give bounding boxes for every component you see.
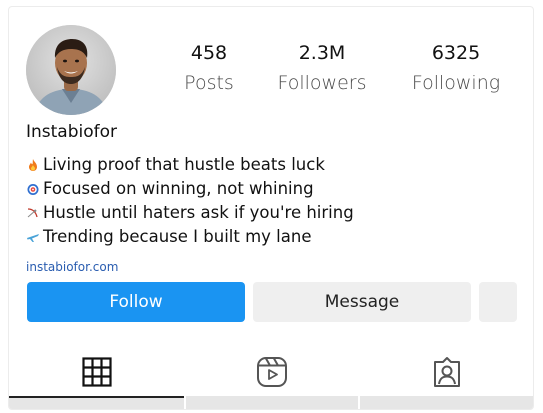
- bio-line: Living proof that hustle beats luck: [26, 153, 526, 177]
- tab-indicator-track: [186, 396, 358, 409]
- bio-line: Hustle until haters ask if you're hiring: [26, 201, 526, 225]
- airplane-icon: [26, 230, 40, 244]
- profile-tabs: [9, 347, 533, 409]
- tab-reels[interactable]: [184, 347, 359, 397]
- following-label: Following: [411, 72, 501, 94]
- website-link[interactable]: instabiofor.com: [26, 260, 118, 274]
- profile-card: 458 Posts 2.3M Followers 6325 Following …: [8, 6, 534, 410]
- followers-count: 2.3M: [298, 42, 346, 64]
- username: Instabiofor: [26, 122, 118, 142]
- bio-line: Trending because I built my lane: [26, 225, 526, 249]
- active-tab-indicator: [9, 396, 184, 398]
- bow-arrow-icon: [26, 206, 40, 220]
- fire-icon: [26, 158, 40, 172]
- profile-photo-icon: [26, 25, 116, 115]
- avatar[interactable]: [26, 25, 116, 115]
- tab-indicator-track: [360, 396, 533, 409]
- tab-indicator-track: [9, 396, 184, 409]
- message-button[interactable]: Message: [253, 282, 471, 322]
- tab-posts-grid[interactable]: [9, 347, 184, 397]
- stat-following[interactable]: 6325 Following: [401, 42, 511, 94]
- bio-text: Focused on winning, not whining: [43, 179, 314, 198]
- follow-button[interactable]: Follow: [27, 282, 245, 322]
- tagged-person-icon: [434, 357, 460, 387]
- bio-text: Hustle until haters ask if you're hiring: [43, 203, 354, 222]
- bio: Living proof that hustle beats luck Focu…: [26, 153, 526, 249]
- target-icon: [26, 182, 40, 196]
- bio-line: Focused on winning, not whining: [26, 177, 526, 201]
- following-count: 6325: [431, 42, 481, 64]
- bio-text: Trending because I built my lane: [43, 227, 312, 246]
- stat-posts[interactable]: 458 Posts: [179, 42, 239, 94]
- tab-tagged[interactable]: [359, 347, 533, 397]
- reels-icon: [256, 357, 287, 387]
- more-options-button[interactable]: [479, 282, 517, 322]
- posts-count: 458: [190, 42, 228, 64]
- posts-label: Posts: [184, 72, 234, 94]
- followers-label: Followers: [277, 72, 367, 94]
- bio-text: Living proof that hustle beats luck: [43, 155, 325, 174]
- grid-icon: [81, 357, 112, 387]
- stat-followers[interactable]: 2.3M Followers: [267, 42, 377, 94]
